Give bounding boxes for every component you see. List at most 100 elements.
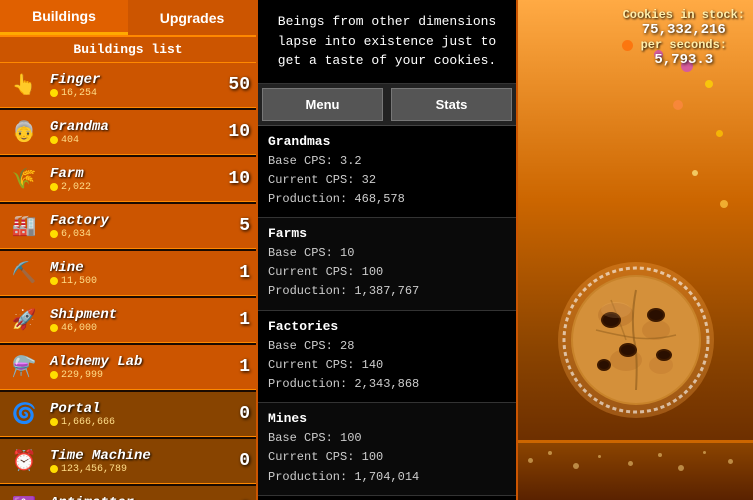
buildings-tab[interactable]: Buildings — [0, 0, 128, 35]
particle-6 — [692, 170, 698, 176]
building-cost-farm: 2,022 — [50, 182, 220, 193]
particle-8 — [720, 200, 728, 208]
stat-group-3: MinesBase CPS: 100Current CPS: 100Produc… — [258, 403, 516, 496]
building-name-time-machine: Time Machine — [50, 448, 220, 464]
coin-icon-time-machine — [50, 465, 58, 473]
ground-dot-7 — [678, 465, 684, 471]
building-info-farm: Farm 2,022 — [50, 166, 220, 193]
building-item-alchemy-lab[interactable]: ⚗️ Alchemy Lab 229,999 1 — [0, 345, 256, 390]
building-info-grandma: Grandma 404 — [50, 119, 220, 146]
building-icon-shipment: 🚀 — [6, 302, 42, 338]
building-cost-alchemy-lab: 229,999 — [50, 370, 220, 381]
stat-line-0-0: Base CPS: 3.2 — [268, 152, 506, 171]
ground-dot-2 — [548, 451, 552, 455]
ground-dot-9 — [728, 459, 733, 464]
stats-button[interactable]: Stats — [391, 88, 512, 121]
building-count-finger: 50 — [220, 75, 250, 95]
flavor-text: Beings from other dimensions lapse into … — [258, 0, 516, 84]
coin-icon-mine — [50, 277, 58, 285]
building-item-antimatter[interactable]: ⚛️ Antimatter 999,999,999 0 — [0, 486, 256, 500]
coin-icon-factory — [50, 230, 58, 238]
middle-buttons: Menu Stats — [258, 84, 516, 126]
stats-content: Grandmas Base CPS: 3.2Current CPS: 32 Prod… — [258, 126, 516, 500]
building-name-antimatter: Antimatter — [50, 495, 220, 500]
cookies-in-stock-label: Cookies in stock: — [623, 8, 745, 22]
cookie-stats-panel: Cookies in stock: 75,332,216 per seconds… — [623, 8, 745, 68]
stat-group-title-2: Factories — [268, 319, 506, 334]
tab-bar: Buildings Upgrades — [0, 0, 256, 37]
building-item-shipment[interactable]: 🚀 Shipment 46,000 1 — [0, 298, 256, 343]
building-cost-portal: 1,666,666 — [50, 417, 220, 428]
stat-line-2-0: Base CPS: 28 — [268, 337, 506, 356]
building-icon-factory: 🏭 — [6, 208, 42, 244]
right-panel: Cookies in stock: 75,332,216 per seconds… — [518, 0, 753, 500]
building-name-finger: Finger — [50, 72, 220, 88]
stat-line-2-1: Current CPS: 140 — [268, 356, 506, 375]
building-count-alchemy-lab: 1 — [220, 357, 250, 377]
building-count-mine: 1 — [220, 263, 250, 283]
stat-line-3-0: Base CPS: 100 — [268, 429, 506, 448]
stat-group-title-3: Mines — [268, 411, 506, 426]
ground-dot-4 — [598, 455, 601, 458]
building-item-factory[interactable]: 🏭 Factory 6,034 5 — [0, 204, 256, 249]
upgrades-tab[interactable]: Upgrades — [128, 0, 256, 35]
building-name-farm: Farm — [50, 166, 220, 182]
building-info-alchemy-lab: Alchemy Lab 229,999 — [50, 354, 220, 381]
buildings-list: 👆 Finger 16,254 50 👵 Grandma 404 10 🌾 — [0, 63, 256, 500]
coin-icon-portal — [50, 418, 58, 426]
building-cost-grandma: 404 — [50, 135, 220, 146]
building-item-grandma[interactable]: 👵 Grandma 404 10 — [0, 110, 256, 155]
building-icon-finger: 👆 — [6, 67, 42, 103]
building-icon-alchemy-lab: ⚗️ — [6, 349, 42, 385]
building-name-portal: Portal — [50, 401, 220, 417]
building-info-mine: Mine 11,500 — [50, 260, 220, 287]
building-info-antimatter: Antimatter 999,999,999 — [50, 495, 220, 500]
building-name-alchemy-lab: Alchemy Lab — [50, 354, 220, 370]
particle-3 — [673, 100, 683, 110]
building-count-factory: 5 — [220, 216, 250, 236]
building-info-finger: Finger 16,254 — [50, 72, 220, 99]
stat-group-0: GrandmasBase CPS: 3.2Current CPS: 32Prod… — [258, 126, 516, 219]
building-item-finger[interactable]: 👆 Finger 16,254 50 — [0, 63, 256, 108]
ground-dot-8 — [703, 451, 706, 454]
building-item-farm[interactable]: 🌾 Farm 2,022 10 — [0, 157, 256, 202]
building-count-shipment: 1 — [220, 310, 250, 330]
building-name-factory: Factory — [50, 213, 220, 229]
stat-group-1: FarmsBase CPS: 10Current CPS: 100Product… — [258, 218, 516, 311]
stat-line-1-2: Production: 1,387,767 — [268, 282, 506, 301]
per-seconds-label: per seconds: — [623, 38, 745, 52]
building-item-mine[interactable]: ⛏️ Mine 11,500 1 — [0, 251, 256, 296]
ground-dot-6 — [658, 453, 662, 457]
menu-button[interactable]: Menu — [262, 88, 383, 121]
building-count-farm: 10 — [220, 169, 250, 189]
building-count-portal: 0 — [220, 404, 250, 424]
building-info-factory: Factory 6,034 — [50, 213, 220, 240]
stat-group-title-0: Grandmas — [268, 134, 506, 149]
building-icon-farm: 🌾 — [6, 161, 42, 197]
ground-dot-5 — [628, 461, 633, 466]
buildings-section-title: Buildings list — [0, 37, 256, 63]
cookie-button[interactable] — [556, 260, 716, 420]
coin-icon-farm — [50, 183, 58, 191]
building-info-portal: Portal 1,666,666 — [50, 401, 220, 428]
building-name-grandma: Grandma — [50, 119, 220, 135]
coin-icon-shipment — [50, 324, 58, 332]
stat-line-1-1: Current CPS: 100 — [268, 263, 506, 282]
coin-icon-alchemy-lab — [50, 371, 58, 379]
building-name-shipment: Shipment — [50, 307, 220, 323]
building-count-time-machine: 0 — [220, 451, 250, 471]
particle-2 — [705, 80, 713, 88]
stat-line-0-1: Current CPS: 32 — [268, 171, 506, 190]
stat-group-2: FactoriesBase CPS: 28Current CPS: 140Pro… — [258, 311, 516, 404]
middle-panel: Beings from other dimensions lapse into … — [256, 0, 518, 500]
coin-icon-finger — [50, 89, 58, 97]
stat-group-4: ShipmentsBase CPS: 130Current CPS: 130Pr… — [258, 496, 516, 500]
building-item-time-machine[interactable]: ⏰ Time Machine 123,456,789 0 — [0, 439, 256, 484]
particle-4 — [716, 130, 723, 137]
building-item-portal[interactable]: 🌀 Portal 1,666,666 0 — [0, 392, 256, 437]
coin-icon-grandma — [50, 136, 58, 144]
building-cost-finger: 16,254 — [50, 88, 220, 99]
building-icon-portal: 🌀 — [6, 396, 42, 432]
building-icon-time-machine: ⏰ — [6, 443, 42, 479]
building-cost-shipment: 46,000 — [50, 323, 220, 334]
